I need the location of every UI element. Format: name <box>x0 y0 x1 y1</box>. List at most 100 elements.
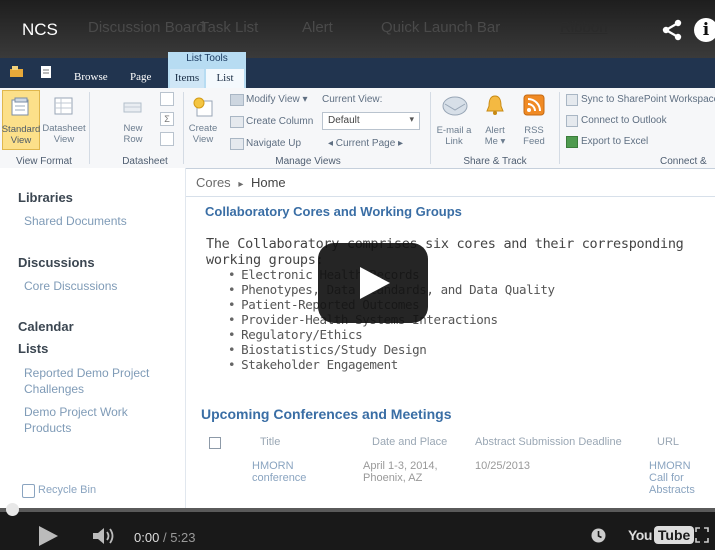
sync-icon <box>566 94 578 106</box>
info-icon[interactable]: i <box>694 18 715 42</box>
ribbon-tab-row: Browse Page <box>0 58 715 88</box>
tab-items[interactable]: Items <box>170 69 204 88</box>
modify-view-button[interactable]: Modify View ▾ <box>246 94 308 105</box>
create-view-icon <box>193 97 213 117</box>
nav-link-core-discussions[interactable]: Core Discussions <box>24 278 117 294</box>
volume-icon[interactable] <box>92 527 118 545</box>
navigate-up-icon <box>230 138 244 150</box>
current-time: 0:00 <box>134 530 160 545</box>
tab-list-label: List <box>216 72 234 84</box>
show-taskpane-icon[interactable] <box>160 92 174 106</box>
totals-icon[interactable]: Σ <box>160 112 174 126</box>
breadcrumb-root[interactable]: Cores <box>196 175 231 190</box>
alert-me-label-1: Alert <box>485 125 505 136</box>
share-icon[interactable] <box>660 18 684 42</box>
alert-me-label-2: Me ▾ <box>484 136 506 147</box>
create-column-icon <box>230 116 244 128</box>
tab-page[interactable]: Page <box>130 71 151 83</box>
nav-link-reported-demo-challenges[interactable]: Reported Demo Project Challenges <box>24 365 149 397</box>
group-label-datasheet: Datasheet <box>122 156 168 167</box>
chevron-down-icon: ▾ <box>409 114 414 124</box>
new-row-button[interactable]: New Row <box>118 90 148 148</box>
duration: 5:23 <box>170 530 196 545</box>
export-excel-button[interactable]: Export to Excel <box>581 136 648 147</box>
current-page-pager[interactable]: ◂ Current Page ▸ <box>328 138 403 149</box>
cell-line: Abstracts <box>649 484 695 496</box>
new-row-icon <box>123 102 142 113</box>
big-play-button[interactable] <box>318 243 428 323</box>
navigate-up-button[interactable]: Navigate Up <box>246 138 301 149</box>
standard-view-label-1: Standard <box>1 124 41 135</box>
list-tools-label: List Tools <box>186 53 228 64</box>
play-pause-icon[interactable] <box>36 525 60 547</box>
outlook-icon <box>566 115 578 127</box>
select-all-checkbox[interactable] <box>209 437 221 449</box>
nav-heading-discussions[interactable]: Discussions <box>18 255 95 270</box>
column-header-title[interactable]: Title <box>260 436 280 448</box>
modify-view-icon <box>230 94 244 106</box>
nav-heading-libraries[interactable]: Libraries <box>18 190 73 205</box>
nav-heading-lists[interactable]: Lists <box>18 341 48 356</box>
watch-later-icon[interactable] <box>591 528 606 543</box>
alert-me-button[interactable]: Alert Me ▾ <box>479 90 511 150</box>
column-header-date-place[interactable]: Date and Place <box>372 436 447 448</box>
rss-icon <box>523 94 545 116</box>
progress-scrubber[interactable] <box>6 503 19 516</box>
list-item: Stakeholder Engagement <box>228 357 555 372</box>
sync-sharepoint-button[interactable]: Sync to SharePoint Workspace <box>581 94 715 105</box>
datasheet-view-label-2: View <box>53 134 75 145</box>
recycle-bin-link[interactable]: Recycle Bin <box>38 484 96 496</box>
email-link-label-1: E-mail a <box>436 125 472 136</box>
create-view-label-2: View <box>192 134 214 145</box>
row-url-link[interactable]: HMORN Call for Abstracts <box>649 460 695 496</box>
create-view-label-1: Create <box>188 123 218 134</box>
current-view-value: Default <box>328 115 360 126</box>
progress-bar[interactable] <box>0 508 715 512</box>
nav-link-shared-documents[interactable]: Shared Documents <box>24 213 127 229</box>
nav-link-line: Products <box>24 421 72 435</box>
cell-line: conference <box>252 472 307 484</box>
standard-view-label-2: View <box>10 135 32 146</box>
current-view-select[interactable]: Default ▾ <box>322 112 420 130</box>
cell-line: April 1-3, 2014, <box>363 460 438 472</box>
standard-view-button[interactable]: Standard View <box>2 90 40 150</box>
ribbon-divider <box>89 92 90 164</box>
column-header-url[interactable]: URL <box>657 436 679 448</box>
tab-list[interactable]: List <box>206 69 244 88</box>
youtube-logo-you: You <box>628 527 652 543</box>
youtube-logo[interactable]: You Tube <box>628 526 695 546</box>
breadcrumb-separator-icon: ▸ <box>238 179 244 190</box>
connect-outlook-button[interactable]: Connect to Outlook <box>581 115 667 126</box>
rss-feed-label-2: Feed <box>523 136 545 147</box>
video-title[interactable]: NCS <box>22 20 58 40</box>
nav-link-line: Reported Demo Project <box>24 366 150 380</box>
standard-view-icon <box>11 97 29 116</box>
tab-browse[interactable]: Browse <box>74 71 108 83</box>
nav-heading-calendar[interactable]: Calendar <box>18 319 74 334</box>
list-tools-context: List Tools Items List <box>168 52 246 88</box>
section-heading-cores: Collaboratory Cores and Working Groups <box>205 204 462 219</box>
column-header-abstract-deadline[interactable]: Abstract Submission Deadline <box>475 436 622 448</box>
edit-page-icon[interactable] <box>40 66 54 78</box>
nav-link-demo-project-work-products[interactable]: Demo Project Work Products <box>24 404 128 436</box>
fullscreen-icon[interactable] <box>695 527 709 543</box>
site-actions-icon[interactable] <box>10 66 24 78</box>
breadcrumb-divider <box>186 196 715 197</box>
rss-feed-button[interactable]: RSS Feed <box>518 90 550 150</box>
section-heading-conferences: Upcoming Conferences and Meetings <box>201 406 452 422</box>
row-title-link[interactable]: HMORN conference <box>252 460 306 484</box>
datasheet-view-button[interactable]: Datasheet View <box>42 90 86 148</box>
recycle-bin-icon <box>22 484 35 498</box>
video-title-bar: NCS Discussion Board Task List Alert Qui… <box>0 0 715 58</box>
new-row-label-1: New <box>123 123 143 134</box>
refresh-data-icon[interactable] <box>160 132 174 146</box>
ghost-tab-ribbon: Ribbon <box>560 19 608 36</box>
current-view-label: Current View: <box>322 94 383 105</box>
cell-line: HMORN <box>649 460 691 472</box>
time-display: 0:00 / 5:23 <box>134 530 196 545</box>
ribbon-divider <box>430 92 431 164</box>
create-view-button[interactable]: Create View <box>188 90 218 148</box>
create-column-button[interactable]: Create Column <box>246 116 313 127</box>
new-row-label-2: Row <box>123 134 143 145</box>
email-link-button[interactable]: E-mail a Link <box>436 90 472 150</box>
